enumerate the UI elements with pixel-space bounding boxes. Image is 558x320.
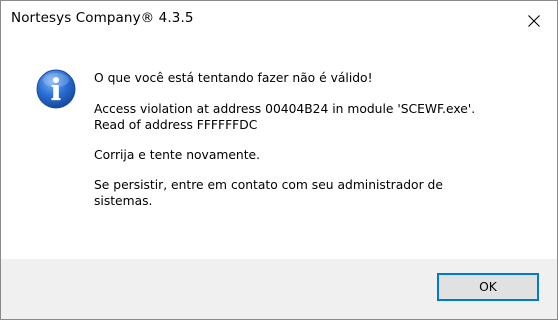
message-dialog: Nortesys Company® 4.3.5 O que você está … [0,0,558,320]
contact-hint: Se persistir, entre em contato com seu a… [94,178,443,208]
dialog-body: O que você está tentando fazer não é vál… [1,40,557,259]
error-headline: O que você está tentando fazer não é vál… [94,71,373,85]
error-detail: Access violation at address 00404B24 in … [94,102,476,132]
close-button[interactable] [511,1,557,40]
close-icon [528,14,540,27]
ok-button[interactable]: OK [437,273,539,301]
title-bar[interactable]: Nortesys Company® 4.3.5 [1,1,557,40]
retry-hint: Corrija e tente novamente. [94,148,260,162]
button-bar: OK [1,259,557,319]
message-text: O que você está tentando fazer não é vál… [94,70,534,223]
info-icon [36,69,76,109]
window-title: Nortesys Company® 4.3.5 [11,10,194,26]
